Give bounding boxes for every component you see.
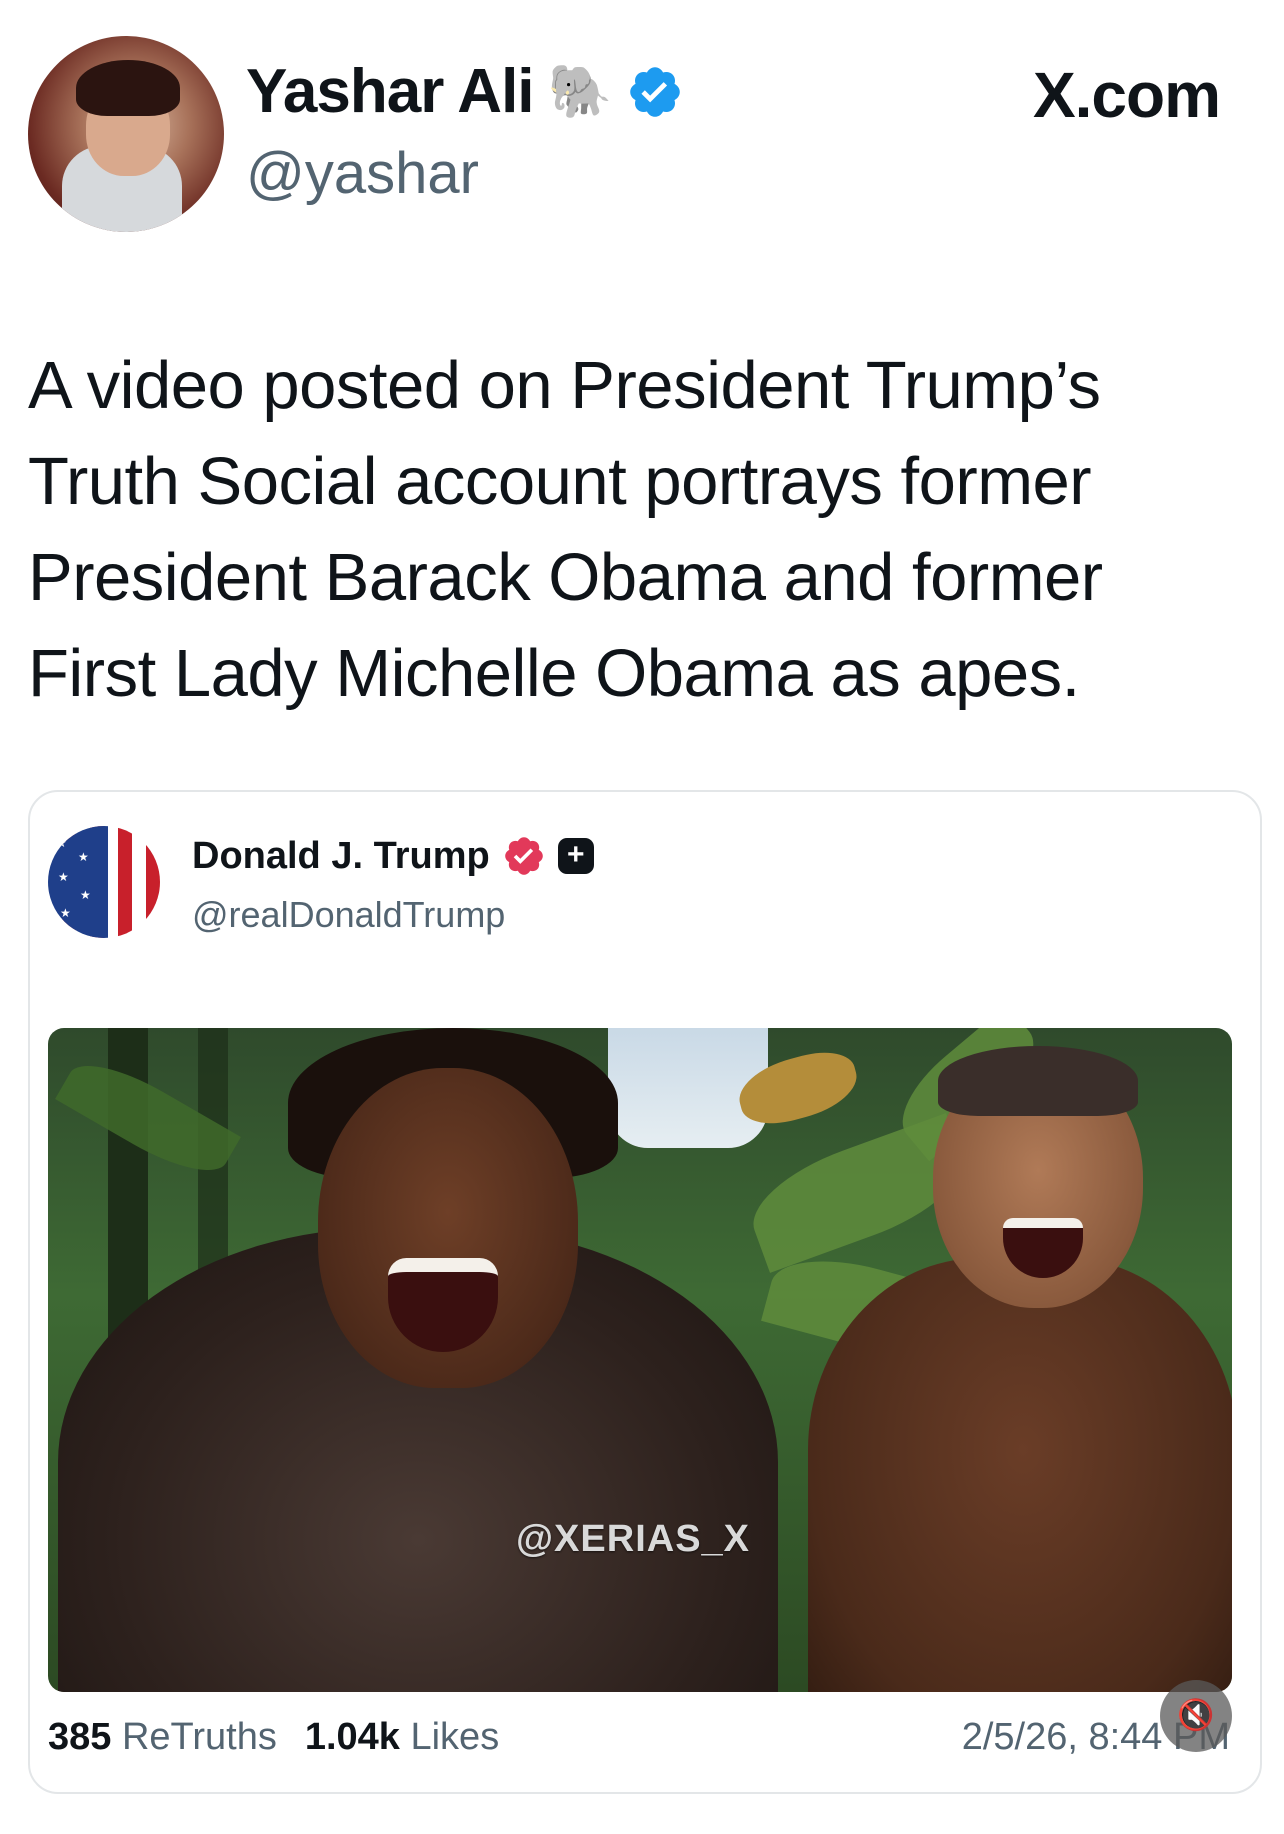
verified-badge-icon[interactable] [626,63,684,121]
plus-badge-icon: + [557,838,594,874]
embedded-author-avatar[interactable]: ★ ★ ★ ★ ★ [48,826,160,938]
tweet-text: A video posted on President Trump’s Trut… [28,348,1103,711]
avatar-hair [76,60,180,116]
video-thumbnail[interactable]: @XERIAS_X [48,1028,1232,1692]
likes-label: Likes [410,1716,500,1758]
verified-badge-icon [504,837,543,875]
retruths-label: ReTruths [121,1716,277,1758]
author-name[interactable]: Yashar Ali [246,56,535,127]
author-name-row: Yashar Ali 🐘 [246,56,684,127]
video-watermark: @XERIAS_X [516,1518,751,1560]
author-handle[interactable]: @yashar [246,140,479,207]
embedded-author-handle[interactable]: @realDonaldTrump [192,894,505,936]
retruths-count: 385 [48,1716,112,1758]
author-avatar[interactable] [28,36,224,232]
right-figure-body [808,1258,1232,1692]
flag-canton: ★ ★ ★ ★ ★ [48,826,108,938]
speaker-muted-icon[interactable]: 🔇 [1160,1680,1232,1752]
embedded-name-row: Donald J. Trump + [192,834,594,878]
right-figure-hair [938,1046,1138,1116]
source-label: X.com [1032,59,1221,131]
elephant-icon: 🐘 [547,63,613,121]
embedded-post-card[interactable]: ★ ★ ★ ★ ★ Donald J. Trump + @realDonaldTru… [28,790,1262,1794]
embedded-author-name[interactable]: Donald J. Trump [192,835,490,878]
likes-stat[interactable]: 1.04k Likes [305,1716,499,1759]
likes-count: 1.04k [304,1716,400,1758]
post-stats: 385 ReTruths 1.04k Likes [48,1716,499,1759]
retruths-stat[interactable]: 385 ReTruths [48,1716,277,1759]
